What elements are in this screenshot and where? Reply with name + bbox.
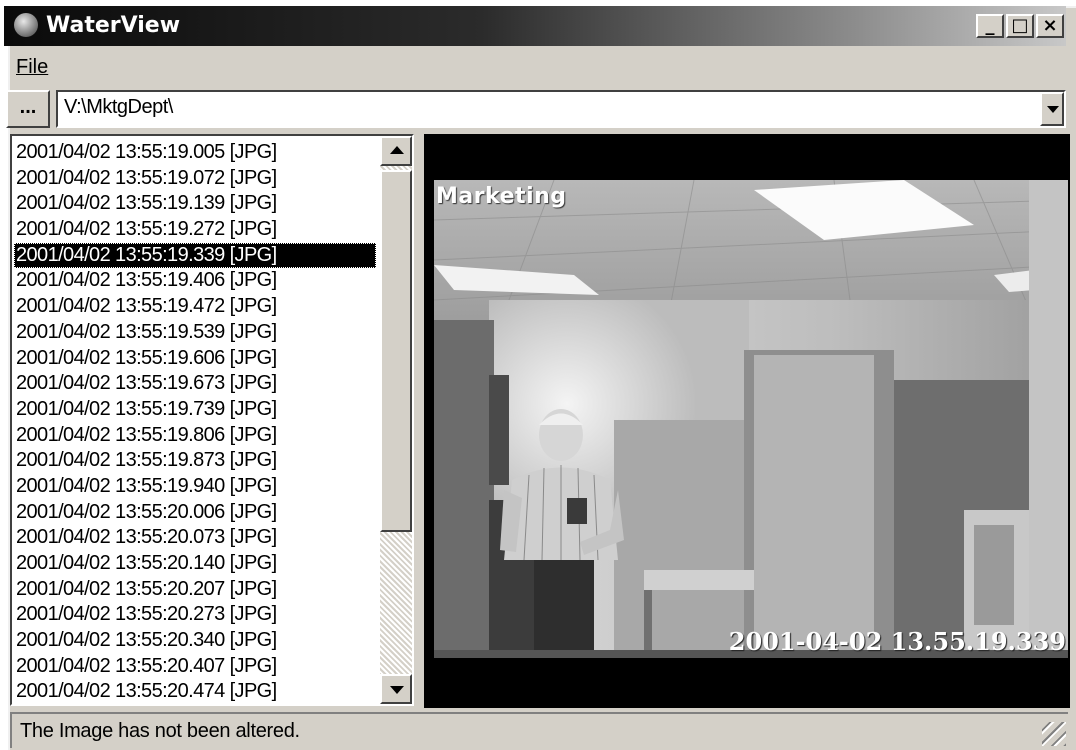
list-item[interactable]: 2001/04/02 13:55:20.407 [JPG] <box>14 654 376 680</box>
list-item[interactable]: 2001/04/02 13:55:19.539 [JPG] <box>14 320 376 346</box>
list-item[interactable]: 2001/04/02 13:55:19.940 [JPG] <box>14 474 376 500</box>
title-bar[interactable]: WaterView _ □ × <box>4 6 1066 46</box>
list-item[interactable]: 2001/04/02 13:55:20.340 [JPG] <box>14 628 376 654</box>
status-text: The Image has not been altered. <box>20 720 300 742</box>
status-bar: The Image has not been altered. <box>10 712 1068 748</box>
resize-grip-icon[interactable] <box>1042 722 1066 746</box>
browse-button[interactable]: ... <box>6 90 50 128</box>
file-listbox[interactable]: 2001/04/02 13:55:19.005 [JPG] 2001/04/02 … <box>10 134 414 706</box>
scroll-up-arrow-icon[interactable] <box>380 136 412 166</box>
list-item[interactable]: 2001/04/02 13:55:19.005 [JPG] <box>14 140 376 166</box>
camera-label: Marketing <box>436 184 567 209</box>
list-item[interactable]: 2001/04/02 13:55:19.606 [JPG] <box>14 346 376 372</box>
image-viewer: Marketing 2001-04-02 13.55.19.339 <box>424 134 1070 708</box>
list-item[interactable]: 2001/04/02 13:55:19.072 [JPG] <box>14 166 376 192</box>
list-item[interactable]: 2001/04/02 13:55:20.207 [JPG] <box>14 577 376 603</box>
list-item[interactable]: 2001/04/02 13:55:20.073 [JPG] <box>14 525 376 551</box>
overlay-timestamp: 2001-04-02 13.55.19.339 <box>728 627 1066 656</box>
window-title: WaterView <box>46 13 181 38</box>
minimize-button[interactable]: _ <box>976 14 1004 38</box>
app-globe-icon <box>14 13 38 37</box>
list-item[interactable]: 2001/04/02 13:55:19.472 [JPG] <box>14 294 376 320</box>
path-input[interactable]: V:\MktgDept\ <box>64 96 173 119</box>
office-scene-image <box>434 180 1068 658</box>
list-item[interactable]: 2001/04/02 13:55:19.272 [JPG] <box>14 217 376 243</box>
list-scrollbar[interactable] <box>380 136 412 704</box>
path-combobox[interactable]: V:\MktgDept\ <box>56 90 1066 128</box>
list-item[interactable]: 2001/04/02 13:55:19.739 [JPG] <box>14 397 376 423</box>
close-button[interactable]: × <box>1036 14 1064 38</box>
menu-file[interactable]: File <box>16 56 48 79</box>
list-item[interactable]: 2001/04/02 13:55:20.474 [JPG] <box>14 679 376 704</box>
list-item-selected[interactable]: 2001/04/02 13:55:19.339 [JPG] <box>14 242 376 269</box>
list-item[interactable]: 2001/04/02 13:55:19.673 [JPG] <box>14 371 376 397</box>
scroll-down-arrow-icon[interactable] <box>380 674 412 704</box>
list-item[interactable]: 2001/04/02 13:55:19.806 [JPG] <box>14 423 376 449</box>
list-item[interactable]: 2001/04/02 13:55:20.140 [JPG] <box>14 551 376 577</box>
combo-dropdown-arrow-icon[interactable] <box>1040 92 1064 126</box>
list-item[interactable]: 2001/04/02 13:55:19.139 [JPG] <box>14 191 376 217</box>
camera-frame: Marketing 2001-04-02 13.55.19.339 <box>434 180 1068 658</box>
menu-bar: File <box>4 52 1066 86</box>
pane-splitter[interactable] <box>414 134 424 706</box>
file-list: 2001/04/02 13:55:19.005 [JPG] 2001/04/02 … <box>14 140 376 704</box>
list-item[interactable]: 2001/04/02 13:55:20.273 [JPG] <box>14 602 376 628</box>
scrollbar-thumb[interactable] <box>380 170 412 532</box>
list-item[interactable]: 2001/04/02 13:55:20.006 [JPG] <box>14 500 376 526</box>
list-item[interactable]: 2001/04/02 13:55:19.873 [JPG] <box>14 448 376 474</box>
maximize-button[interactable]: □ <box>1006 14 1034 38</box>
list-item[interactable]: 2001/04/02 13:55:19.406 [JPG] <box>14 268 376 294</box>
